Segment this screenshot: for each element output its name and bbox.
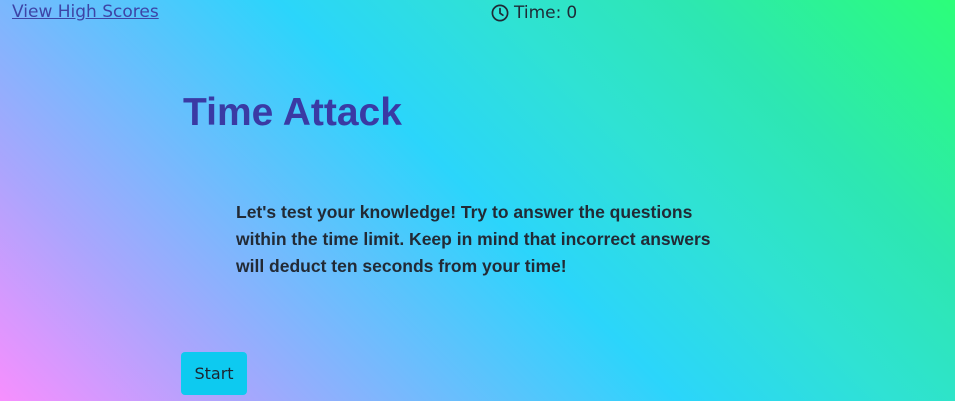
page-title: Time Attack xyxy=(183,91,402,134)
start-button[interactable]: Start xyxy=(181,352,247,395)
timer-value: 0 xyxy=(566,3,578,23)
intro-text: Let's test your knowledge! Try to answer… xyxy=(236,202,711,276)
clock-icon xyxy=(491,4,509,22)
timer-label: Time: xyxy=(514,3,562,23)
timer: Time: 0 xyxy=(491,2,577,24)
view-high-scores-link[interactable]: View High Scores xyxy=(12,2,159,22)
